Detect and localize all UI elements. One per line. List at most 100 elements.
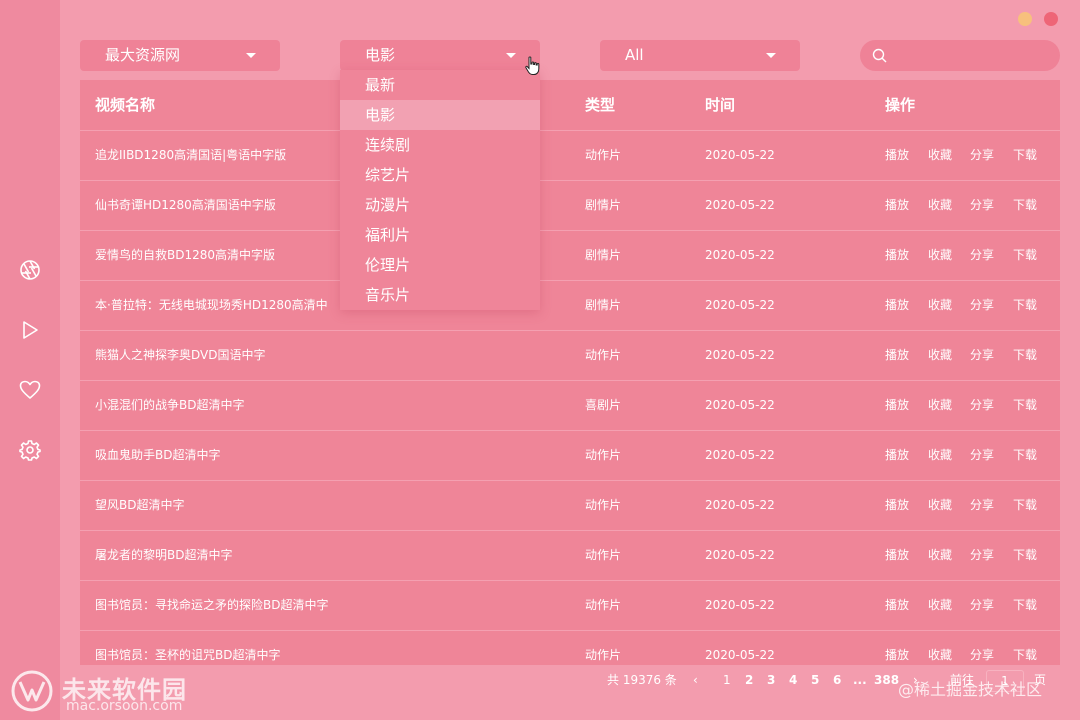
page-number[interactable]: 1: [723, 665, 731, 695]
share-action[interactable]: 分享: [970, 380, 994, 430]
prev-page-button[interactable]: ‹: [693, 665, 698, 695]
heart-icon[interactable]: [16, 376, 44, 404]
dropdown-option[interactable]: 福利片: [340, 220, 540, 250]
play-action[interactable]: 播放: [885, 330, 909, 380]
favorite-action[interactable]: 收藏: [928, 280, 952, 330]
play-action[interactable]: 播放: [885, 430, 909, 480]
table-row[interactable]: 望风BD超清中字 动作片 2020-05-22 播放 收藏 分享 下载: [80, 480, 1060, 531]
video-table: 视频名称 类型 时间 操作 追龙IIBD1280高清国语|粤语中字版 动作片 202…: [80, 80, 1060, 665]
page-number[interactable]: 5: [811, 665, 819, 695]
share-action[interactable]: 分享: [970, 230, 994, 280]
gear-icon[interactable]: [16, 436, 44, 464]
play-action[interactable]: 播放: [885, 480, 909, 530]
row-date: 2020-05-22: [705, 398, 775, 412]
table-row[interactable]: 屠龙者的黎明BD超清中字 动作片 2020-05-22 播放 收藏 分享 下载: [80, 530, 1060, 581]
play-action[interactable]: 播放: [885, 630, 909, 665]
download-action[interactable]: 下载: [1013, 330, 1037, 380]
download-action[interactable]: 下载: [1013, 630, 1037, 665]
watermark-left-sub: mac.orsoon.com: [66, 698, 183, 714]
page-number[interactable]: 388: [874, 665, 899, 695]
favorite-action[interactable]: 收藏: [928, 130, 952, 180]
row-type: 剧情片: [585, 248, 622, 262]
row-date: 2020-05-22: [705, 598, 775, 612]
dropdown-option[interactable]: 音乐片: [340, 280, 540, 310]
play-action[interactable]: 播放: [885, 230, 909, 280]
favorite-action[interactable]: 收藏: [928, 380, 952, 430]
download-action[interactable]: 下载: [1013, 280, 1037, 330]
download-action[interactable]: 下载: [1013, 380, 1037, 430]
category-select[interactable]: 电影: [340, 40, 540, 71]
pagination-total: 共 19376 条: [607, 673, 677, 687]
share-action[interactable]: 分享: [970, 280, 994, 330]
share-action[interactable]: 分享: [970, 630, 994, 665]
row-type: 动作片: [585, 348, 622, 362]
page-number[interactable]: 3: [767, 665, 775, 695]
table-row[interactable]: 吸血鬼助手BD超清中字 动作片 2020-05-22 播放 收藏 分享 下载: [80, 430, 1060, 481]
row-name: 图书馆员：圣杯的诅咒BD超清中字: [95, 648, 281, 662]
page-number[interactable]: 6: [833, 665, 841, 695]
dropdown-option[interactable]: 综艺片: [340, 160, 540, 190]
source-select[interactable]: 最大资源网: [80, 40, 280, 71]
dropdown-option[interactable]: 电影: [340, 100, 540, 130]
download-action[interactable]: 下载: [1013, 130, 1037, 180]
download-action[interactable]: 下载: [1013, 480, 1037, 530]
table-row[interactable]: 仙书奇谭HD1280高清国语中字版 剧情片 2020-05-22 播放 收藏 分享 下载: [80, 180, 1060, 231]
play-action[interactable]: 播放: [885, 280, 909, 330]
sidebar: [0, 0, 60, 720]
dropdown-option[interactable]: 动漫片: [340, 190, 540, 220]
play-action[interactable]: 播放: [885, 130, 909, 180]
page-number[interactable]: 4: [789, 665, 797, 695]
aperture-icon[interactable]: [16, 256, 44, 284]
favorite-action[interactable]: 收藏: [928, 580, 952, 630]
table-row[interactable]: 爱情鸟的自救BD1280高清中字版 剧情片 2020-05-22 播放 收藏 分享 下载: [80, 230, 1060, 281]
sub-select[interactable]: All: [600, 40, 800, 71]
dropdown-option[interactable]: 伦理片: [340, 250, 540, 280]
dropdown-option[interactable]: 连续剧: [340, 130, 540, 160]
row-date: 2020-05-22: [705, 448, 775, 462]
download-action[interactable]: 下载: [1013, 430, 1037, 480]
row-type: 动作片: [585, 498, 622, 512]
table-row[interactable]: 熊猫人之神探李奥DVD国语中字 动作片 2020-05-22 播放 收藏 分享 下载: [80, 330, 1060, 381]
close-button[interactable]: [1044, 12, 1058, 26]
favorite-action[interactable]: 收藏: [928, 430, 952, 480]
favorite-action[interactable]: 收藏: [928, 530, 952, 580]
table-row[interactable]: 小混混们的战争BD超清中字 喜剧片 2020-05-22 播放 收藏 分享 下载: [80, 380, 1060, 431]
share-action[interactable]: 分享: [970, 530, 994, 580]
row-name: 本·普拉特：无线电城现场秀HD1280高清中: [95, 298, 328, 312]
table-row[interactable]: 图书馆员：圣杯的诅咒BD超清中字 动作片 2020-05-22 播放 收藏 分享 下载: [80, 630, 1060, 665]
play-icon[interactable]: [16, 316, 44, 344]
play-action[interactable]: 播放: [885, 380, 909, 430]
download-action[interactable]: 下载: [1013, 230, 1037, 280]
favorite-action[interactable]: 收藏: [928, 330, 952, 380]
row-name: 爱情鸟的自救BD1280高清中字版: [95, 248, 276, 262]
share-action[interactable]: 分享: [970, 130, 994, 180]
share-action[interactable]: 分享: [970, 430, 994, 480]
favorite-action[interactable]: 收藏: [928, 180, 952, 230]
row-type: 动作片: [585, 648, 622, 662]
dropdown-option[interactable]: 最新: [340, 70, 540, 100]
row-name: 追龙IIBD1280高清国语|粤语中字版: [95, 148, 287, 162]
download-action[interactable]: 下载: [1013, 530, 1037, 580]
download-action[interactable]: 下载: [1013, 180, 1037, 230]
share-action[interactable]: 分享: [970, 330, 994, 380]
favorite-action[interactable]: 收藏: [928, 230, 952, 280]
play-action[interactable]: 播放: [885, 530, 909, 580]
share-action[interactable]: 分享: [970, 580, 994, 630]
page-number[interactable]: 2: [745, 665, 753, 695]
favorite-action[interactable]: 收藏: [928, 630, 952, 665]
category-dropdown: 最新 电影 连续剧 综艺片 动漫片 福利片 伦理片 音乐片: [340, 70, 540, 310]
table-row[interactable]: 追龙IIBD1280高清国语|粤语中字版 动作片 2020-05-22 播放 收藏 分享下…: [80, 130, 1060, 181]
table-header: 视频名称 类型 时间 操作: [80, 80, 1060, 131]
download-action[interactable]: 下载: [1013, 580, 1037, 630]
minimize-button[interactable]: [1018, 12, 1032, 26]
play-action[interactable]: 播放: [885, 180, 909, 230]
play-action[interactable]: 播放: [885, 580, 909, 630]
pagination-ellipsis[interactable]: ...: [853, 665, 867, 695]
search-box[interactable]: [860, 40, 1060, 71]
share-action[interactable]: 分享: [970, 180, 994, 230]
column-header-actions: 操作: [885, 96, 916, 114]
favorite-action[interactable]: 收藏: [928, 480, 952, 530]
table-row[interactable]: 本·普拉特：无线电城现场秀HD1280高清中 剧情片 2020-05-22 播放 收藏分…: [80, 280, 1060, 331]
share-action[interactable]: 分享: [970, 480, 994, 530]
table-row[interactable]: 图书馆员：寻找命运之矛的探险BD超清中字 动作片 2020-05-22 播放 收藏 分享下…: [80, 580, 1060, 631]
